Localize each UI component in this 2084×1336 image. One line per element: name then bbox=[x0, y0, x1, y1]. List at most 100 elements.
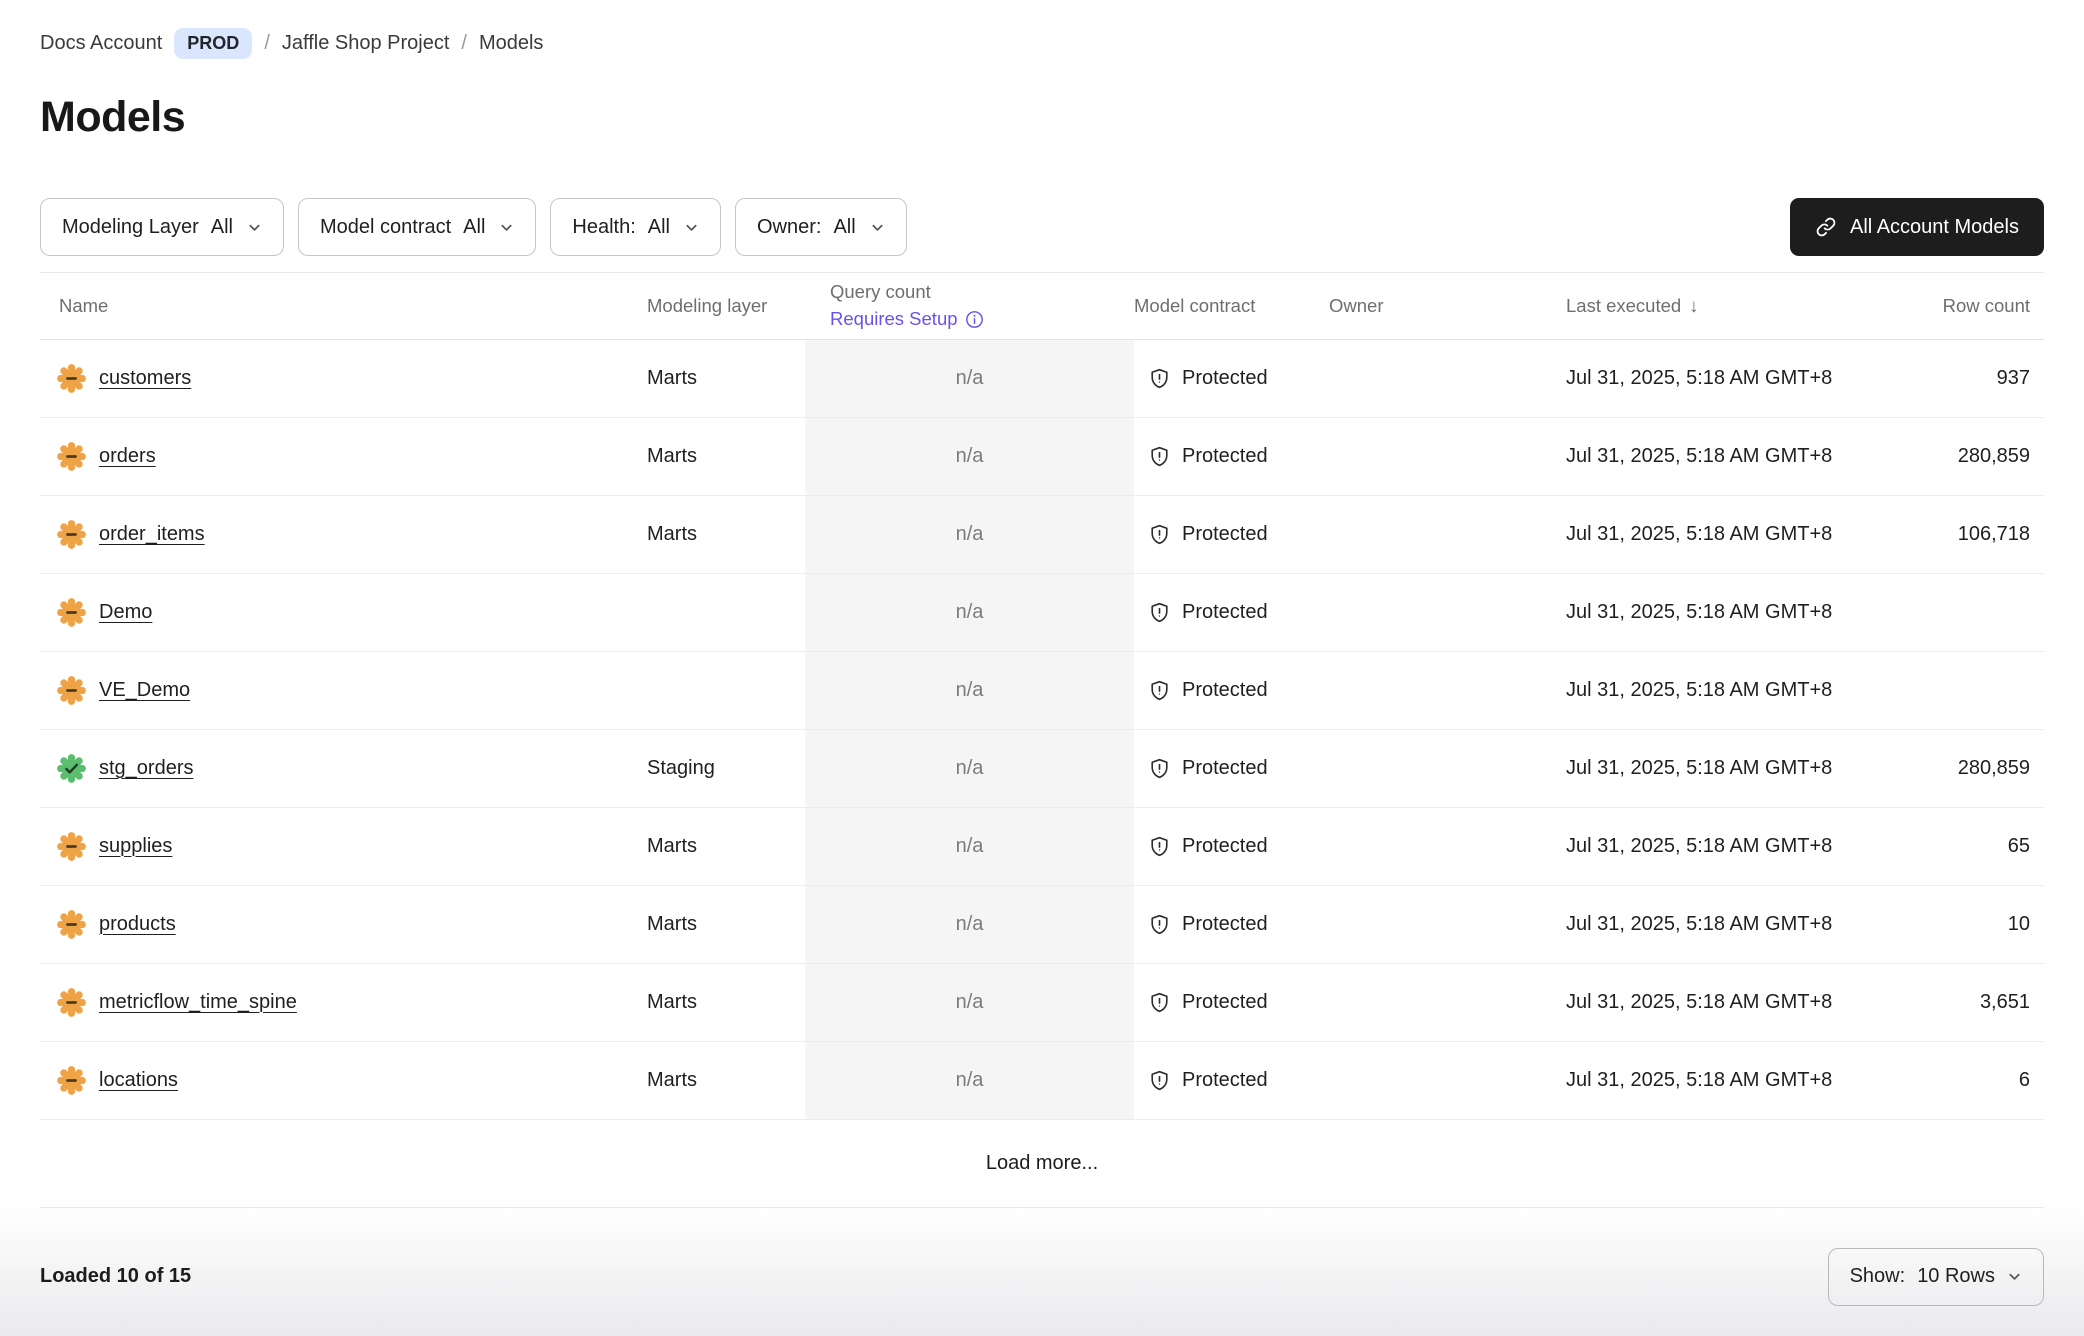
model-name-link[interactable]: stg_orders bbox=[99, 757, 194, 780]
query-count-cell: n/a bbox=[805, 964, 1134, 1041]
model-name-cell: order_items bbox=[40, 496, 647, 573]
shield-exclamation-icon bbox=[1148, 835, 1171, 858]
environment-badge: PROD bbox=[174, 28, 252, 59]
model-name-link[interactable]: products bbox=[99, 913, 176, 936]
health-warning-icon bbox=[57, 442, 86, 471]
health-warning-icon bbox=[57, 520, 86, 549]
modeling-layer-cell: Marts bbox=[647, 523, 805, 546]
last-executed-cell: Jul 31, 2025, 5:18 AM GMT+8 bbox=[1566, 601, 1896, 624]
row-count-cell: 280,859 bbox=[1896, 445, 2044, 468]
query-count-cell: n/a bbox=[805, 496, 1134, 573]
filter-label: Modeling Layer bbox=[62, 216, 199, 239]
breadcrumb-separator: / bbox=[264, 32, 270, 55]
table-row: products Marts n/a Protected Jul 31, 202… bbox=[40, 886, 2044, 964]
show-rows-label: Show: bbox=[1850, 1265, 1906, 1288]
filter-toolbar: Modeling Layer All Model contract All He… bbox=[40, 198, 2044, 256]
sort-descending-icon: ↓ bbox=[1689, 295, 1698, 317]
model-contract-label: Protected bbox=[1182, 913, 1268, 936]
filter-label: Model contract bbox=[320, 216, 451, 239]
table-row: locations Marts n/a Protected Jul 31, 20… bbox=[40, 1042, 2044, 1120]
shield-exclamation-icon bbox=[1148, 367, 1171, 390]
load-more-button[interactable]: Load more... bbox=[986, 1152, 1098, 1175]
health-warning-icon bbox=[57, 1066, 86, 1095]
query-count-cell: n/a bbox=[805, 1042, 1134, 1119]
model-contract-cell: Protected bbox=[1134, 835, 1326, 858]
page-title: Models bbox=[40, 93, 2044, 142]
model-name-cell: stg_orders bbox=[40, 730, 647, 807]
model-name-link[interactable]: Demo bbox=[99, 601, 152, 624]
modeling-layer-cell: Marts bbox=[647, 445, 805, 468]
all-account-models-label: All Account Models bbox=[1850, 216, 2019, 239]
breadcrumb: Docs Account PROD / Jaffle Shop Project … bbox=[40, 0, 2044, 59]
table-row: VE_Demo n/a Protected Jul 31, 2025, 5:18… bbox=[40, 652, 2044, 730]
last-executed-cell: Jul 31, 2025, 5:18 AM GMT+8 bbox=[1566, 1069, 1896, 1092]
modeling-layer-cell: Marts bbox=[647, 913, 805, 936]
shield-exclamation-icon bbox=[1148, 1069, 1171, 1092]
model-contract-label: Protected bbox=[1182, 367, 1268, 390]
model-name-link[interactable]: locations bbox=[99, 1069, 178, 1092]
shield-exclamation-icon bbox=[1148, 757, 1171, 780]
models-table: Name Modeling layer Query count Requires… bbox=[40, 272, 2044, 1208]
model-name-cell: Demo bbox=[40, 574, 647, 651]
model-name-link[interactable]: VE_Demo bbox=[99, 679, 190, 702]
filter-owner[interactable]: Owner: All bbox=[735, 198, 907, 256]
header-name: Name bbox=[40, 295, 647, 317]
model-name-cell: orders bbox=[40, 418, 647, 495]
row-count-cell: 65 bbox=[1896, 835, 2044, 858]
query-count-cell: n/a bbox=[805, 652, 1134, 729]
header-last-executed[interactable]: Last executed ↓ bbox=[1566, 295, 1896, 317]
modeling-layer-cell: Staging bbox=[647, 757, 805, 780]
shield-exclamation-icon bbox=[1148, 523, 1171, 546]
table-row: metricflow_time_spine Marts n/a Protecte… bbox=[40, 964, 2044, 1042]
breadcrumb-project-link[interactable]: Jaffle Shop Project bbox=[282, 32, 450, 55]
last-executed-cell: Jul 31, 2025, 5:18 AM GMT+8 bbox=[1566, 367, 1896, 390]
health-warning-icon bbox=[57, 910, 86, 939]
row-count-cell: 3,651 bbox=[1896, 991, 2044, 1014]
shield-exclamation-icon bbox=[1148, 913, 1171, 936]
health-warning-icon bbox=[57, 598, 86, 627]
model-name-cell: VE_Demo bbox=[40, 652, 647, 729]
row-count-cell: 6 bbox=[1896, 1069, 2044, 1092]
modeling-layer-cell: Marts bbox=[647, 991, 805, 1014]
model-name-link[interactable]: supplies bbox=[99, 835, 172, 858]
model-contract-label: Protected bbox=[1182, 1069, 1268, 1092]
model-name-link[interactable]: customers bbox=[99, 367, 191, 390]
header-model-contract: Model contract bbox=[1134, 295, 1326, 317]
modeling-layer-cell: Marts bbox=[647, 1069, 805, 1092]
loaded-count-text: Loaded 10 of 15 bbox=[40, 1265, 191, 1288]
all-account-models-button[interactable]: All Account Models bbox=[1790, 198, 2044, 256]
model-name-cell: locations bbox=[40, 1042, 647, 1119]
last-executed-cell: Jul 31, 2025, 5:18 AM GMT+8 bbox=[1566, 757, 1896, 780]
last-executed-cell: Jul 31, 2025, 5:18 AM GMT+8 bbox=[1566, 835, 1896, 858]
model-name-cell: metricflow_time_spine bbox=[40, 964, 647, 1041]
shield-exclamation-icon bbox=[1148, 991, 1171, 1014]
header-modeling-layer: Modeling layer bbox=[647, 295, 805, 317]
filter-modeling-layer[interactable]: Modeling Layer All bbox=[40, 198, 284, 256]
table-row: stg_orders Staging n/a Protected Jul 31,… bbox=[40, 730, 2044, 808]
model-contract-label: Protected bbox=[1182, 523, 1268, 546]
query-count-cell: n/a bbox=[805, 574, 1134, 651]
filter-health[interactable]: Health: All bbox=[550, 198, 721, 256]
filter-label: Owner: bbox=[757, 216, 821, 239]
table-row: orders Marts n/a Protected Jul 31, 2025,… bbox=[40, 418, 2044, 496]
model-name-cell: customers bbox=[40, 340, 647, 417]
shield-exclamation-icon bbox=[1148, 601, 1171, 624]
filter-value: All bbox=[648, 216, 670, 239]
breadcrumb-account-link[interactable]: Docs Account bbox=[40, 32, 162, 55]
model-name-cell: products bbox=[40, 886, 647, 963]
row-count-cell: 280,859 bbox=[1896, 757, 2044, 780]
filter-model-contract[interactable]: Model contract All bbox=[298, 198, 536, 256]
show-rows-select[interactable]: Show: 10 Rows bbox=[1828, 1248, 2044, 1306]
info-icon bbox=[965, 310, 984, 329]
breadcrumb-current: Models bbox=[479, 32, 543, 55]
model-contract-cell: Protected bbox=[1134, 1069, 1326, 1092]
health-success-icon bbox=[57, 754, 86, 783]
model-name-link[interactable]: order_items bbox=[99, 523, 205, 546]
chevron-down-icon bbox=[684, 220, 699, 235]
shield-exclamation-icon bbox=[1148, 445, 1171, 468]
model-name-link[interactable]: metricflow_time_spine bbox=[99, 991, 297, 1014]
requires-setup-link[interactable]: Requires Setup bbox=[830, 306, 984, 333]
model-name-link[interactable]: orders bbox=[99, 445, 156, 468]
modeling-layer-cell: Marts bbox=[647, 367, 805, 390]
model-name-cell: supplies bbox=[40, 808, 647, 885]
